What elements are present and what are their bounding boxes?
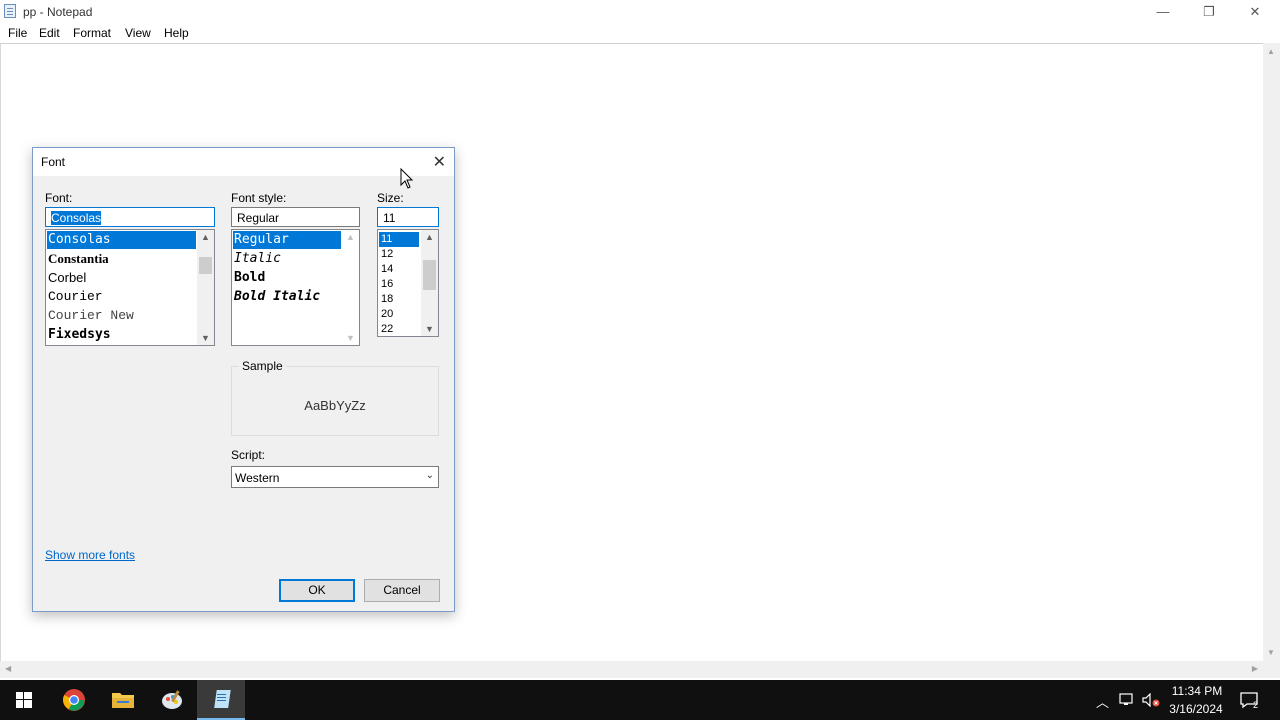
- start-button[interactable]: [0, 680, 48, 720]
- scrollbar-corner: [1263, 661, 1280, 678]
- chevron-up-icon[interactable]: ︿: [1096, 692, 1109, 711]
- vertical-scrollbar[interactable]: ▲ ▼: [1263, 43, 1280, 661]
- horizontal-scrollbar[interactable]: ◀ ▶: [0, 661, 1263, 678]
- font-style-input[interactable]: Regular: [231, 207, 360, 227]
- taskbar: ︿: [0, 680, 1280, 720]
- dialog-close-icon[interactable]: ✕: [433, 152, 446, 172]
- size-listbox[interactable]: 11 12 14 16 18 20 22 ▲ ▼: [377, 229, 439, 337]
- list-item[interactable]: 20: [379, 307, 393, 322]
- clock-date[interactable]: 3/16/2024: [1163, 702, 1229, 716]
- cancel-button[interactable]: Cancel: [364, 579, 440, 602]
- mouse-pointer-icon: [400, 168, 414, 189]
- scroll-down-icon[interactable]: ▼: [1267, 648, 1275, 657]
- notepad-icon: [4, 4, 16, 18]
- font-label: Font:: [45, 191, 73, 205]
- chevron-down-icon[interactable]: ▼: [346, 333, 355, 343]
- font-style-label: Font style:: [231, 191, 287, 205]
- chevron-down-icon[interactable]: ⌄: [426, 470, 434, 481]
- list-item[interactable]: 14: [379, 262, 393, 277]
- font-list-scrollbar[interactable]: ▲ ▼: [197, 230, 214, 345]
- sample-label: Sample: [239, 359, 286, 373]
- taskbar-paint[interactable]: [148, 680, 196, 720]
- windows-start-icon: [16, 692, 32, 708]
- volume-muted-icon[interactable]: [1142, 693, 1160, 707]
- list-item[interactable]: Courier: [47, 288, 103, 306]
- chevron-up-icon[interactable]: ▲: [346, 232, 355, 242]
- taskbar-notepad[interactable]: [197, 680, 245, 720]
- size-list-scrollbar[interactable]: ▲ ▼: [421, 230, 438, 336]
- font-dialog: Font ✕ Font: Consolas Consolas Constanti…: [32, 147, 455, 612]
- list-item[interactable]: Bold: [233, 269, 265, 287]
- script-label: Script:: [231, 448, 266, 462]
- list-item[interactable]: Regular: [233, 231, 341, 249]
- notepad-titlebar: pp - Notepad — ❐ ✕: [0, 0, 1280, 23]
- font-style-scrollbar[interactable]: ▲ ▼: [342, 230, 359, 345]
- list-item[interactable]: 11: [379, 232, 419, 247]
- ok-button[interactable]: OK: [279, 579, 355, 602]
- list-item[interactable]: Corbel: [47, 269, 86, 287]
- minimize-button[interactable]: —: [1140, 0, 1186, 23]
- folder-icon: [112, 693, 134, 708]
- taskbar-file-explorer[interactable]: [99, 680, 147, 720]
- chrome-icon: [63, 689, 85, 711]
- list-item[interactable]: Consolas: [47, 231, 196, 249]
- list-item[interactable]: 16: [379, 277, 393, 292]
- notification-count: 2: [1253, 700, 1258, 710]
- taskbar-chrome[interactable]: [50, 680, 98, 720]
- chevron-down-icon[interactable]: ▼: [201, 333, 210, 343]
- list-item[interactable]: 18: [379, 292, 393, 307]
- list-item[interactable]: 12: [379, 247, 393, 262]
- list-item[interactable]: Italic: [233, 250, 281, 268]
- script-dropdown[interactable]: Western ⌄: [231, 466, 439, 488]
- font-listbox[interactable]: Consolas Constantia Corbel Courier Couri…: [45, 229, 215, 346]
- chevron-down-icon[interactable]: ▼: [425, 324, 434, 334]
- close-button[interactable]: ✕: [1232, 0, 1278, 23]
- show-more-fonts-link[interactable]: Show more fonts: [45, 548, 135, 562]
- font-style-listbox[interactable]: Regular Italic Bold Bold Italic ▲ ▼: [231, 229, 360, 346]
- scroll-right-icon[interactable]: ▶: [1252, 664, 1258, 673]
- list-item[interactable]: Constantia: [47, 250, 109, 268]
- clock-time[interactable]: 11:34 PM: [1168, 684, 1226, 698]
- list-item[interactable]: Fixedsys: [47, 326, 111, 344]
- window-title: pp - Notepad: [23, 5, 93, 19]
- scroll-up-icon[interactable]: ▲: [1267, 47, 1275, 56]
- menu-help[interactable]: Help: [164, 26, 189, 40]
- sample-preview: AaBbYyZz: [304, 398, 366, 413]
- paint-icon: [162, 690, 182, 709]
- script-value: Western: [235, 471, 280, 485]
- network-icon[interactable]: [1119, 693, 1135, 707]
- list-item[interactable]: 22: [379, 322, 393, 336]
- scroll-left-icon[interactable]: ◀: [5, 664, 11, 673]
- dialog-title: Font: [41, 155, 66, 169]
- font-name-input[interactable]: Consolas: [45, 207, 215, 227]
- font-name-value: Consolas: [51, 211, 102, 225]
- size-input[interactable]: 11: [377, 207, 439, 227]
- size-label: Size:: [377, 191, 404, 205]
- menu-view[interactable]: View: [125, 26, 151, 40]
- scroll-thumb[interactable]: [423, 260, 436, 290]
- chevron-up-icon[interactable]: ▲: [425, 232, 434, 242]
- notepad-icon: [214, 690, 231, 708]
- dialog-titlebar: Font ✕: [33, 148, 454, 176]
- menu-edit[interactable]: Edit: [39, 26, 60, 40]
- menu-file[interactable]: File: [8, 26, 27, 40]
- list-item[interactable]: Bold Italic: [233, 288, 320, 306]
- menu-bar: File Edit Format View Help: [0, 23, 1280, 43]
- notification-center-icon[interactable]: 2: [1239, 690, 1259, 710]
- chevron-up-icon[interactable]: ▲: [201, 232, 210, 242]
- restore-button[interactable]: ❐: [1186, 0, 1232, 23]
- list-item[interactable]: Courier New: [47, 307, 134, 325]
- menu-format[interactable]: Format: [73, 26, 111, 40]
- scroll-thumb[interactable]: [199, 257, 212, 274]
